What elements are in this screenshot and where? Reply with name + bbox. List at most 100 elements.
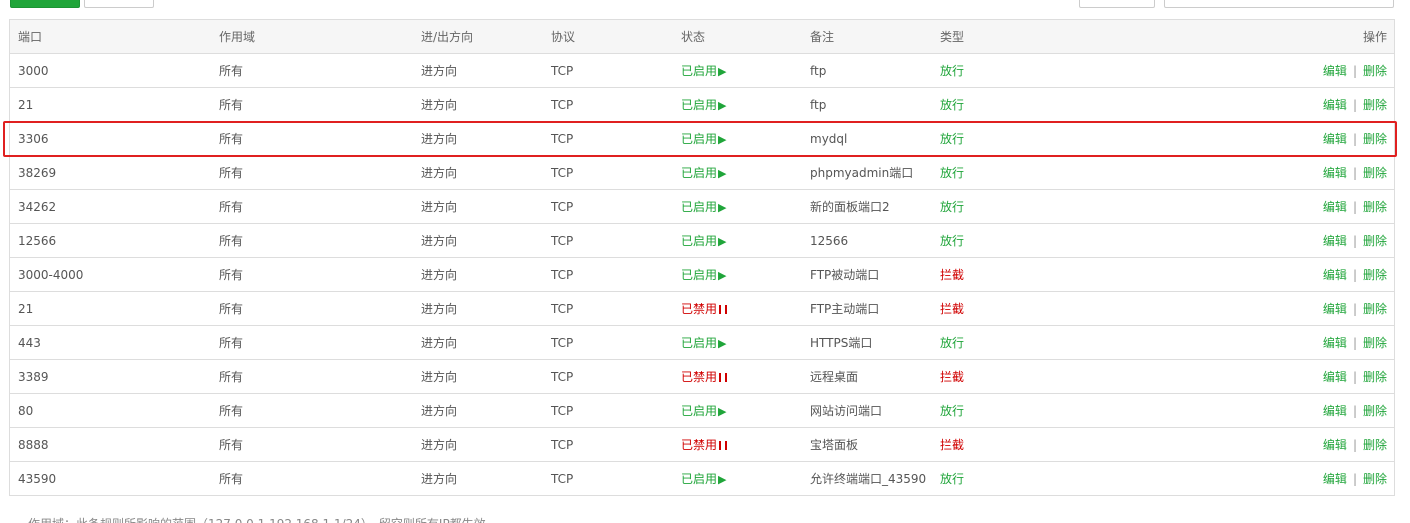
play-icon[interactable]: ▶: [718, 337, 726, 350]
delete-link[interactable]: 删除: [1363, 302, 1387, 316]
table-body: 3000 所有 进方向 TCP 已启用▶ ftp 放行 编辑 | 删除 21 所有 进方向 TCP 已启用▶…: [10, 53, 1394, 496]
header-scope: 作用域: [211, 20, 413, 54]
status-label[interactable]: 已启用: [681, 98, 717, 112]
cell-status[interactable]: 已启用▶: [673, 121, 802, 156]
play-icon[interactable]: ▶: [718, 235, 726, 248]
play-icon[interactable]: ▶: [718, 269, 726, 282]
cell-direction: 进方向: [413, 121, 543, 156]
delete-link[interactable]: 删除: [1363, 370, 1387, 384]
cell-type: 放行: [940, 472, 965, 486]
edit-link[interactable]: 编辑: [1323, 234, 1347, 248]
status-label[interactable]: 已启用: [681, 472, 717, 486]
cell-operation: 编辑 | 删除: [1022, 155, 1394, 190]
cell-status[interactable]: 已启用▶: [673, 223, 802, 258]
cell-status[interactable]: 已启用▶: [673, 393, 802, 428]
cell-scope: 所有: [211, 223, 413, 258]
cell-protocol: TCP: [543, 155, 673, 190]
cell-port: 3000-4000: [10, 257, 211, 292]
edit-link[interactable]: 编辑: [1323, 404, 1347, 418]
delete-link[interactable]: 删除: [1363, 438, 1387, 452]
add-rule-button[interactable]: [10, 0, 80, 8]
search-input[interactable]: [1164, 0, 1394, 8]
play-icon[interactable]: ▶: [718, 201, 726, 214]
edit-link[interactable]: 编辑: [1323, 98, 1347, 112]
edit-link[interactable]: 编辑: [1323, 302, 1347, 316]
cell-note: ftp: [802, 87, 932, 122]
header-direction: 进/出方向: [413, 20, 543, 54]
delete-link[interactable]: 删除: [1363, 472, 1387, 486]
edit-link[interactable]: 编辑: [1323, 438, 1347, 452]
status-label[interactable]: 已启用: [681, 336, 717, 350]
status-label[interactable]: 已启用: [681, 166, 717, 180]
delete-link[interactable]: 删除: [1363, 98, 1387, 112]
edit-link[interactable]: 编辑: [1323, 268, 1347, 282]
play-icon[interactable]: ▶: [718, 99, 726, 112]
cell-status[interactable]: 已启用▶: [673, 462, 802, 496]
edit-link[interactable]: 编辑: [1323, 132, 1347, 146]
status-label[interactable]: 已禁用: [681, 370, 717, 384]
cell-operation: 编辑 | 删除: [1022, 359, 1394, 394]
play-icon[interactable]: ▶: [718, 167, 726, 180]
delete-link[interactable]: 删除: [1363, 132, 1387, 146]
delete-link[interactable]: 删除: [1363, 64, 1387, 78]
pause-icon[interactable]: [719, 441, 728, 450]
edit-link[interactable]: 编辑: [1323, 336, 1347, 350]
action-separator: |: [1352, 234, 1357, 248]
delete-link[interactable]: 删除: [1363, 200, 1387, 214]
toolbar-right-button[interactable]: [1079, 0, 1155, 8]
play-icon[interactable]: ▶: [718, 405, 726, 418]
cell-status[interactable]: 已启用▶: [673, 53, 802, 88]
cell-operation: 编辑 | 删除: [1022, 189, 1394, 224]
edit-link[interactable]: 编辑: [1323, 166, 1347, 180]
delete-link[interactable]: 删除: [1363, 268, 1387, 282]
play-icon[interactable]: ▶: [718, 65, 726, 78]
play-icon[interactable]: ▶: [718, 473, 726, 486]
header-status: 状态: [673, 20, 802, 54]
status-label[interactable]: 已启用: [681, 404, 717, 418]
cell-port: 8888: [10, 427, 211, 462]
cell-status[interactable]: 已启用▶: [673, 87, 802, 122]
delete-link[interactable]: 删除: [1363, 166, 1387, 180]
cell-direction: 进方向: [413, 189, 543, 224]
edit-link[interactable]: 编辑: [1323, 200, 1347, 214]
status-label[interactable]: 已禁用: [681, 438, 717, 452]
pause-icon[interactable]: [719, 373, 728, 382]
cell-protocol: TCP: [543, 121, 673, 156]
cell-status[interactable]: 已启用▶: [673, 325, 802, 360]
status-label[interactable]: 已启用: [681, 200, 717, 214]
cell-type: 放行: [932, 223, 1022, 258]
secondary-button[interactable]: [84, 0, 154, 8]
cell-status[interactable]: 已禁用: [673, 291, 802, 326]
cell-status[interactable]: 已禁用: [673, 359, 802, 394]
cell-direction: 进方向: [413, 87, 543, 122]
cell-status[interactable]: 已启用▶: [673, 155, 802, 190]
action-separator: |: [1352, 404, 1357, 418]
cell-note: 允许终端端口_43590: [810, 472, 927, 486]
edit-link[interactable]: 编辑: [1323, 370, 1347, 384]
table-row: 80 所有 进方向 TCP 已启用▶ 网站访问端口 放行 编辑 | 删除: [10, 393, 1394, 428]
cell-status[interactable]: 已启用▶: [673, 189, 802, 224]
cell-scope: 所有: [211, 189, 413, 224]
cell-status[interactable]: 已禁用: [673, 427, 802, 462]
cell-scope: 所有: [211, 427, 413, 462]
cell-status[interactable]: 已启用▶: [673, 257, 802, 292]
cell-note: phpmyadmin端口: [802, 155, 932, 190]
table-row: 21 所有 进方向 TCP 已启用▶ ftp 放行 编辑 | 删除: [10, 87, 1394, 122]
delete-link[interactable]: 删除: [1363, 404, 1387, 418]
table-row: 12566 所有 进方向 TCP 已启用▶ 12566 放行 编辑 | 删除: [10, 223, 1394, 258]
status-label[interactable]: 已启用: [681, 132, 717, 146]
delete-link[interactable]: 删除: [1363, 336, 1387, 350]
status-label[interactable]: 已启用: [681, 64, 717, 78]
status-label[interactable]: 已启用: [681, 234, 717, 248]
status-label[interactable]: 已禁用: [681, 302, 717, 316]
delete-link[interactable]: 删除: [1363, 234, 1387, 248]
firewall-page: 端口 作用域 进/出方向 协议 状态 备注 类型 操作 3000 所有 进方向 TCP…: [0, 0, 1410, 523]
edit-link[interactable]: 编辑: [1323, 64, 1347, 78]
cell-type: 放行: [932, 189, 1022, 224]
play-icon[interactable]: ▶: [718, 133, 726, 146]
action-separator: |: [1352, 268, 1357, 282]
status-label[interactable]: 已启用: [681, 268, 717, 282]
edit-link[interactable]: 编辑: [1323, 472, 1347, 486]
pause-icon[interactable]: [719, 305, 728, 314]
header-type: 类型: [932, 20, 1022, 54]
